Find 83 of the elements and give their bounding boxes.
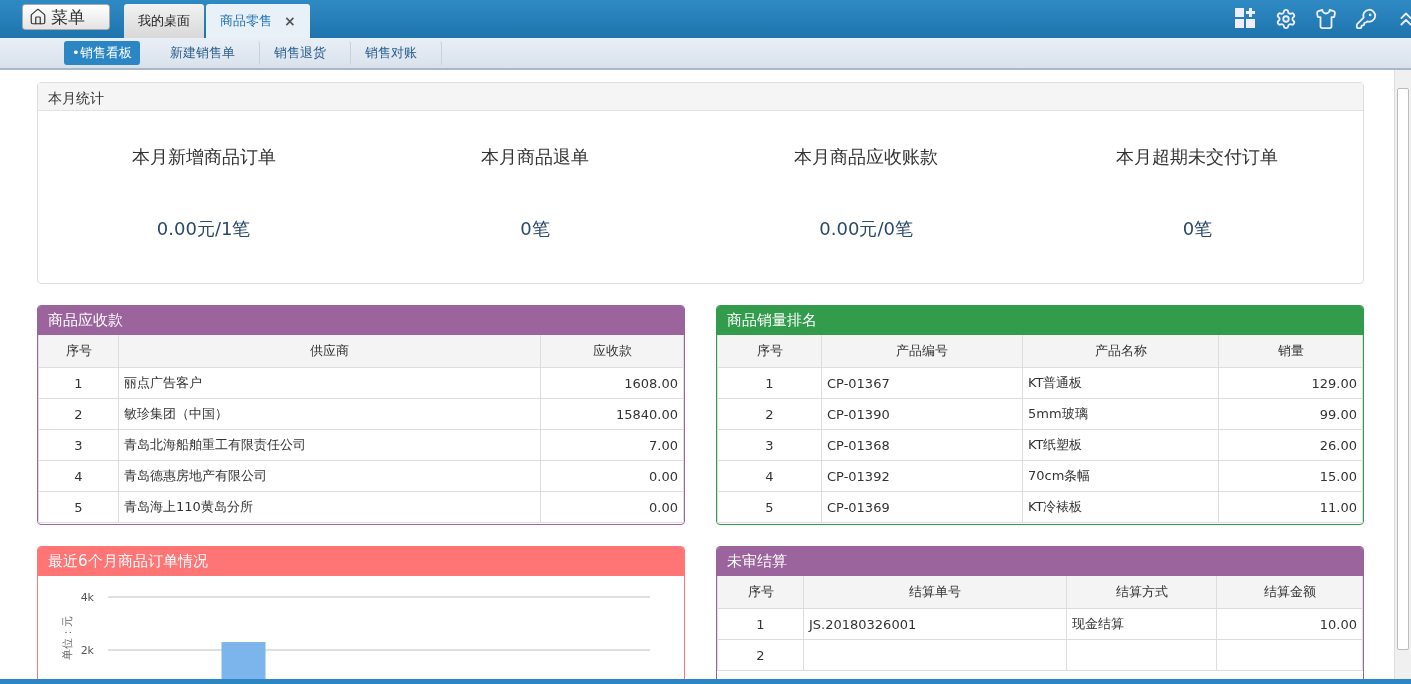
nav-item[interactable]: 销售对账 [350,41,442,65]
table-cell: KT纸塑板 [1022,429,1219,461]
stat-value: 0.00元/1笔 [156,217,251,241]
table-cell: 0.00 [540,491,684,523]
table-cell: 15840.00 [540,398,684,430]
table-cell: 青岛海上110黄岛分所 [118,491,541,523]
column-header: 销量 [1218,335,1363,368]
table-cell: 2 [38,398,119,430]
stat-value: 0笔 [1182,217,1213,241]
column-header: 结算金额 [1216,576,1363,609]
close-icon[interactable]: × [284,13,296,29]
table-cell: 敏珍集团（中国） [118,398,541,430]
axis-title: 单位：元 [61,616,74,660]
column-header: 产品名称 [1022,335,1219,368]
table-cell: CP-01369 [821,491,1023,523]
table-cell: 15.00 [1218,460,1363,492]
column-header: 序号 [717,576,804,609]
table-cell: KT普通板 [1022,367,1219,399]
column-header: 应收款 [540,335,684,368]
table-cell: 4 [717,460,822,492]
table-cell: 5 [717,491,822,523]
column-header: 供应商 [118,335,541,368]
axis-tick-label: 2k [80,644,94,657]
panel-title: 商品应收款 [38,306,684,335]
table-cell: KT冷裱板 [1022,491,1219,523]
table-cell: 丽点广告客户 [118,367,541,399]
table-cell: CP-01368 [821,429,1023,461]
table-cell: 5mm玻璃 [1022,398,1219,430]
table-cell: 2 [717,639,804,671]
table-cell: 99.00 [1218,398,1363,430]
grid-plus-icon[interactable] [1235,8,1257,28]
tab-label: 我的桌面 [138,12,190,30]
stat-label: 本月新增商品订单 [131,145,276,169]
menu-button[interactable]: 菜单 [22,4,110,30]
table-cell: 青岛德惠房地产有限公司 [118,460,541,492]
table-cell: 11.00 [1218,491,1363,523]
key-icon[interactable] [1355,8,1377,30]
table-cell: JS.20180326001 [803,608,1067,640]
axis-tick-label: 4k [80,591,94,604]
scrollbar[interactable] [1394,70,1411,679]
table-cell: 现金结算 [1066,608,1217,640]
nav-item[interactable]: •销售看板 [64,41,140,65]
column-header: 产品编号 [821,335,1023,368]
tab[interactable]: 商品零售 × [206,4,310,38]
stat-value: 0笔 [520,217,550,241]
column-header: 结算方式 [1066,576,1217,609]
table-cell: 10.00 [1216,608,1363,640]
table-cell: 3 [38,429,119,461]
tab[interactable]: 我的桌面 [124,4,204,38]
table-cell: 1 [38,367,119,399]
table-cell: 26.00 [1218,429,1363,461]
table-cell: 1608.00 [540,367,684,399]
nav-item[interactable]: 新建销售单 [155,41,260,65]
table-cell: 2 [717,398,822,430]
table-cell: CP-01390 [821,398,1023,430]
tab-label: 商品零售 [220,12,272,30]
stat-value: 0.00元/0笔 [819,217,913,241]
stat-label: 本月商品退单 [480,145,589,169]
nav-item[interactable]: 销售退货 [259,41,351,65]
table-cell: 129.00 [1218,367,1363,399]
table-cell: CP-01392 [821,460,1023,492]
settings-icon[interactable] [1275,8,1297,30]
panel-title: 最近6个月商品订单情况 [38,547,684,576]
panel-title: 商品销量排名 [717,306,1363,335]
column-header: 结算单号 [803,576,1067,609]
table-cell: 1 [717,608,804,640]
stat-label: 本月超期未交付订单 [1116,145,1279,169]
home-icon [29,8,47,26]
panel-title: 未审结算 [717,547,1363,576]
shirt-icon[interactable] [1315,8,1337,30]
table-cell: 3 [717,429,822,461]
table-cell: 4 [38,460,119,492]
column-header: 序号 [38,335,119,368]
column-header: 序号 [717,335,822,368]
card-title: 本月统计 [38,83,1363,111]
table-cell: 5 [38,491,119,523]
table-cell: 青岛北海船舶重工有限责任公司 [118,429,541,461]
table-cell: 7.00 [540,429,684,461]
table-cell: 0.00 [540,460,684,492]
table-cell: 1 [717,367,822,399]
table-cell: 70cm条幅 [1022,460,1219,492]
stat-label: 本月商品应收账款 [794,145,939,169]
table-cell: CP-01367 [821,367,1023,399]
